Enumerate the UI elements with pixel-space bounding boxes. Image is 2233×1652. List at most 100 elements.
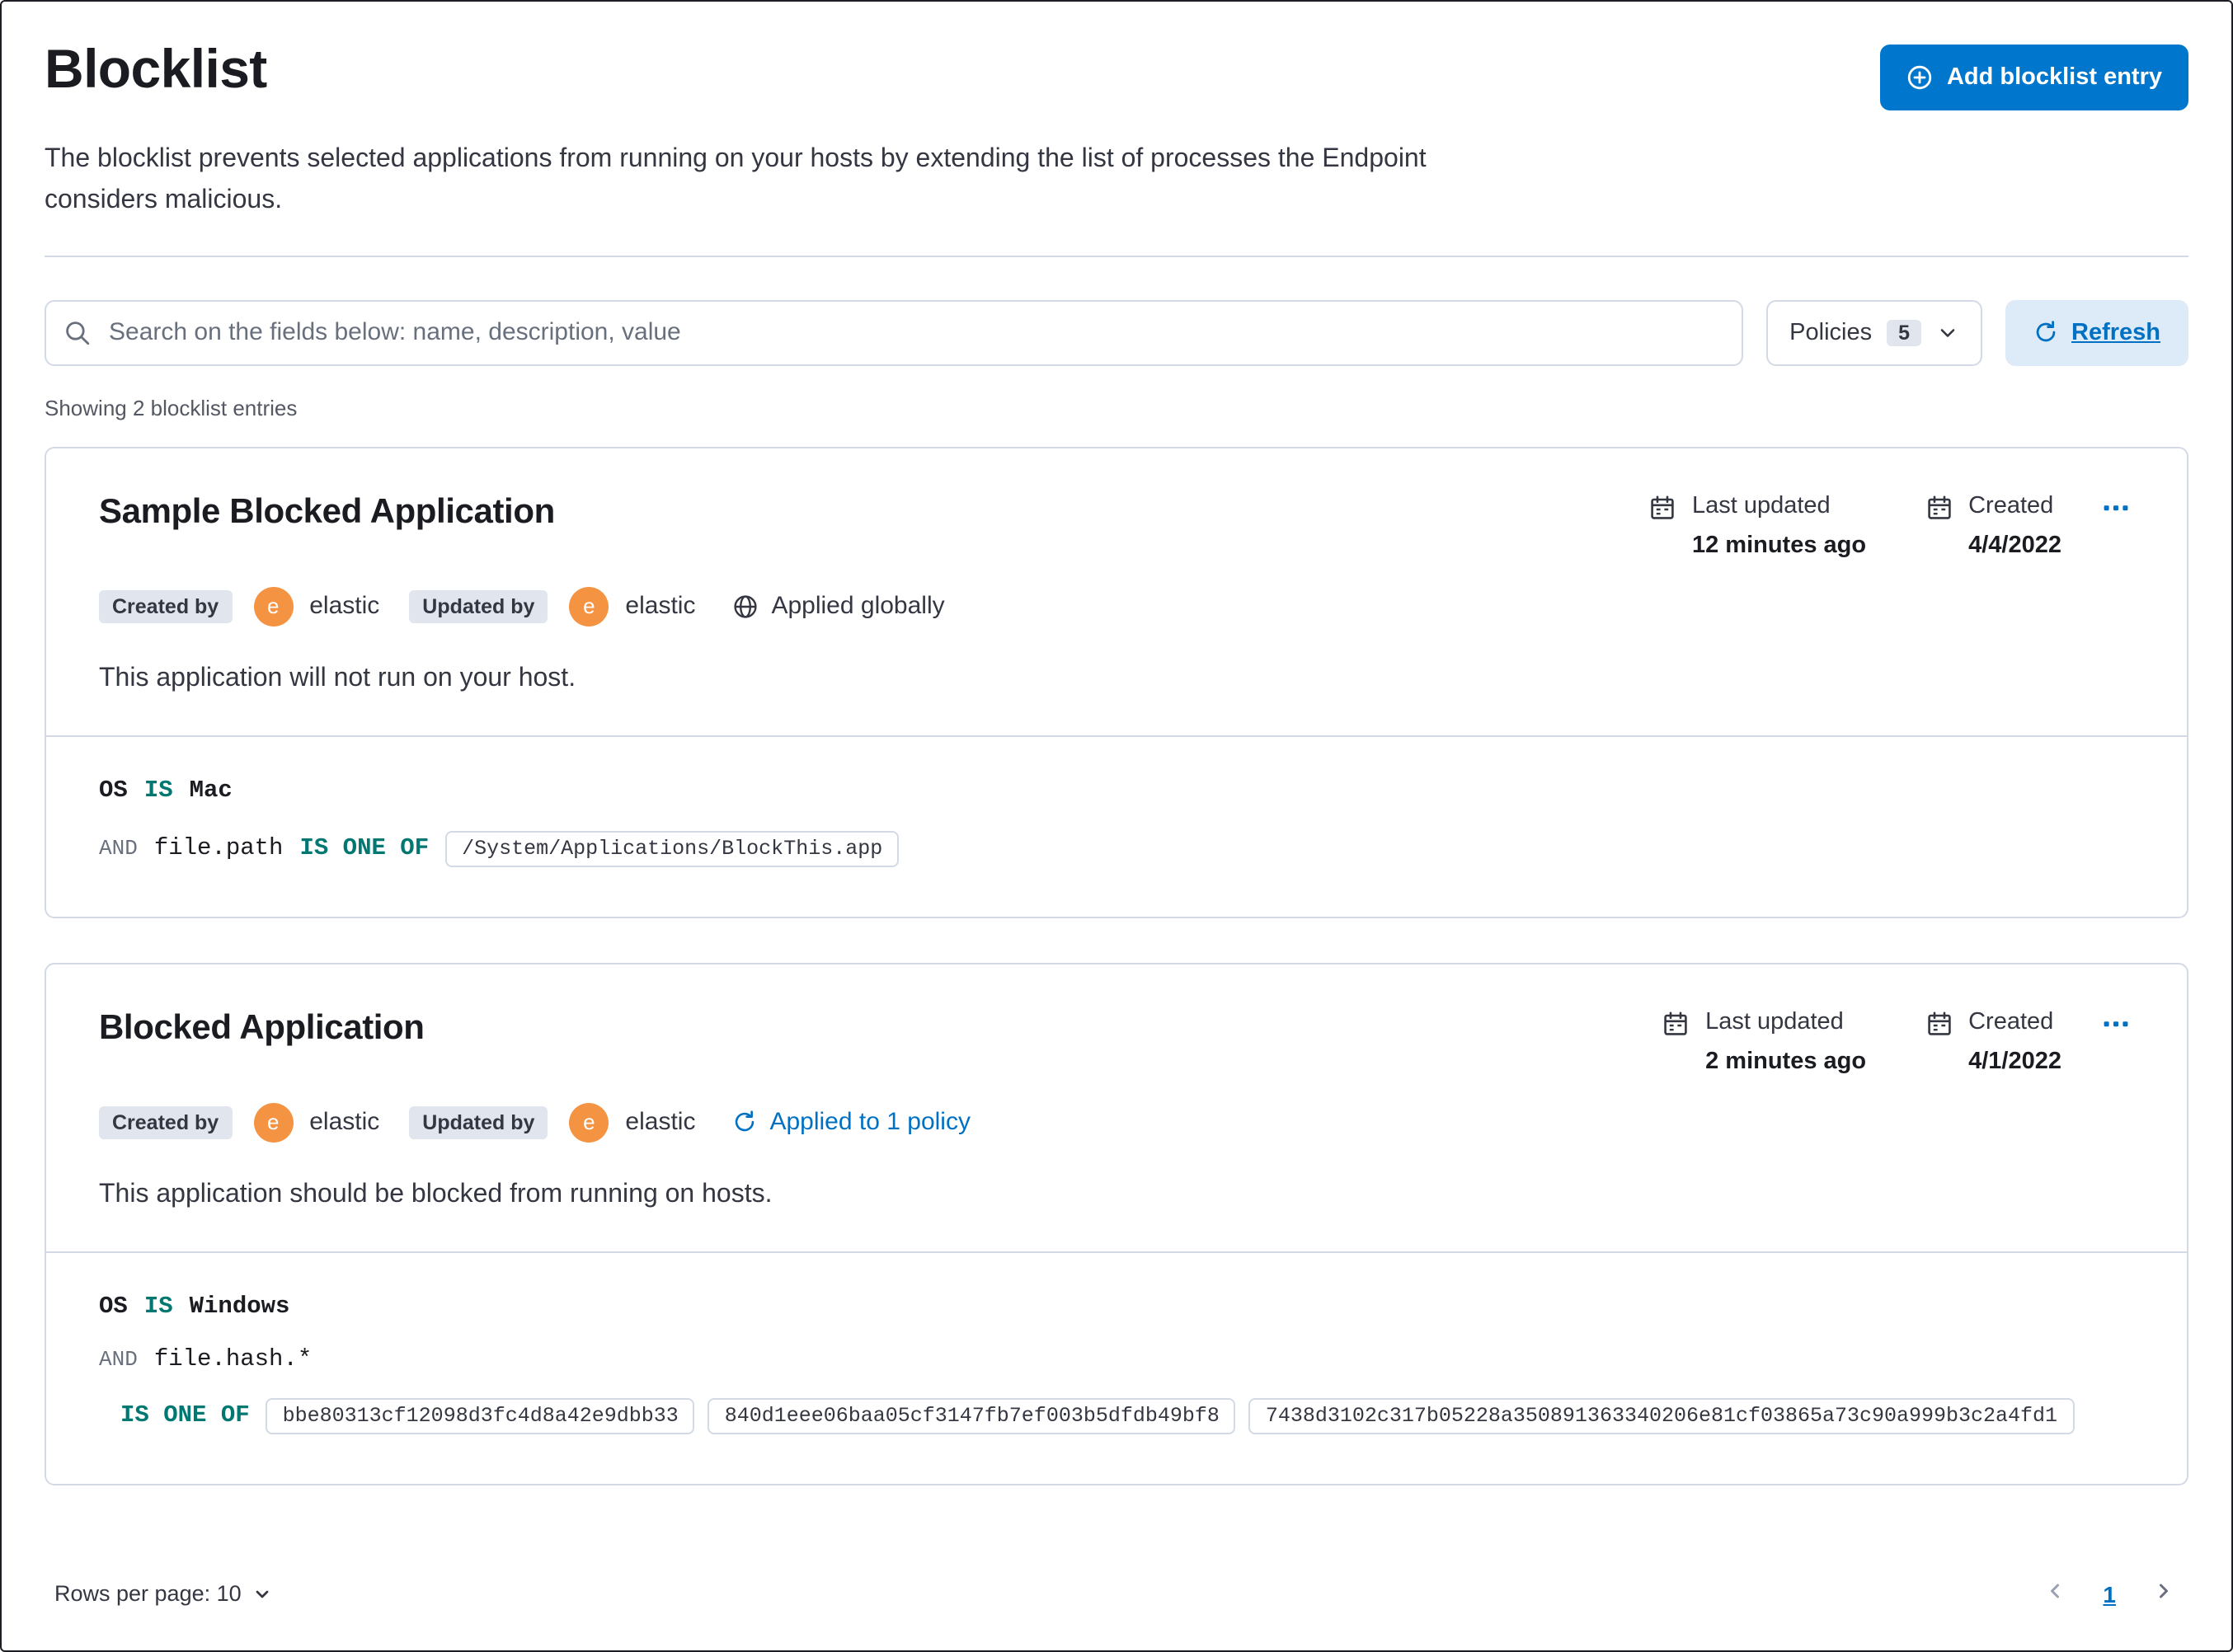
criteria-conjunction: AND [99,836,138,861]
created-label: Created [1968,492,2054,519]
rows-per-page-label: Rows per page: 10 [54,1581,242,1606]
pagination: 1 [2040,1576,2179,1611]
entry-description: This application should be blocked from … [99,1180,773,1208]
search-input[interactable] [45,299,1744,366]
created-value: 4/4/2022 [1968,532,2061,559]
page-content: Blocklist Add blocklist entry The blockl… [2,2,2231,1485]
criteria-condition-line: AND file.path IS ONE OF /System/Applicat… [99,830,2134,867]
policies-filter-button[interactable]: Policies 5 [1766,299,1982,366]
search-icon [66,321,90,345]
entry-attribution-row: Created by e elastic Updated by e elasti… [99,586,2134,627]
pagination-footer: Rows per page: 10 1 [2,1543,2231,1650]
last-updated-meta: Last updated 12 minutes ago [1649,492,1866,558]
criteria-value-chip: 840d1eee06baa05cf3147fb7ef003b5dfdb49bf8 [708,1397,1236,1434]
criteria-value-chip: bbe80313cf12098d3fc4d8a42e9dbb33 [266,1397,695,1434]
next-page-button[interactable] [2149,1576,2179,1611]
criteria-value-chip: 7438d3102c317b05228a350891363340206e81cf… [1248,1397,2075,1434]
criteria-operator: IS [143,1293,173,1321]
globe-icon [733,594,757,617]
entry-description: This application will not run on your ho… [99,664,576,692]
entry-attribution-row: Created by e elastic Updated by e elasti… [99,1102,2134,1143]
criteria-operator: IS ONE OF [120,1402,250,1429]
criteria-field: file.path [153,835,284,862]
showing-entries-count: Showing 2 blocklist entries [45,395,298,420]
blocklist-entry-card: Blocked Application Last updated 2 minut… [45,962,2188,1485]
criteria-field: file.hash.* [153,1346,313,1373]
created-by-user: elastic [309,592,380,621]
refresh-label: Refresh [2071,319,2160,346]
created-value: 4/1/2022 [1968,1048,2061,1075]
policies-count-badge: 5 [1887,319,1921,346]
blocklist-page: Blocklist Add blocklist entry The blockl… [0,0,2233,1652]
created-by-badge: Created by [99,1105,233,1139]
calendar-icon [1664,1011,1687,1035]
criteria-value: Windows [189,1293,290,1321]
last-updated-value: 2 minutes ago [1705,1048,1867,1075]
entry-meta: Last updated 12 minutes ago Created 4/4/… [1590,492,2134,558]
page-number-1[interactable]: 1 [2103,1580,2116,1607]
policy-sync-icon [735,1110,754,1132]
created-by-badge: Created by [99,589,233,623]
criteria-field: OS [99,777,128,805]
plus-circle-icon [1908,65,1933,90]
scope-label: Applied to 1 policy [769,1108,971,1137]
calendar-icon [1927,495,1950,519]
rows-per-page-button[interactable]: Rows per page: 10 [54,1581,273,1606]
last-updated-label: Last updated [1705,1008,1844,1035]
chevron-down-icon [1940,328,1955,336]
criteria-operator: IS ONE OF [299,835,430,862]
avatar: e [253,1102,294,1143]
criteria-condition-line: AND file.hash.* [99,1346,2134,1373]
criteria-values-line: IS ONE OF bbe80313cf12098d3fc4d8a42e9dbb… [120,1397,2134,1434]
toolbar: Policies 5 Refresh [45,299,2188,366]
calendar-icon [1651,495,1674,519]
add-button-label: Add blocklist entry [1946,64,2162,91]
chevron-left-icon [2051,1584,2060,1598]
entry-actions-menu-button[interactable] [2098,1005,2134,1046]
blocklist-entry-card: Sample Blocked Application Last updated … [45,446,2188,918]
scope-global: Applied globally [731,592,945,621]
refresh-button[interactable]: Refresh [2005,299,2188,366]
last-updated-value: 12 minutes ago [1691,532,1867,559]
calendar-icon [1927,1011,1950,1035]
scope-label: Applied globally [771,592,945,621]
add-blocklist-entry-button[interactable]: Add blocklist entry [1880,45,2188,110]
created-meta: Created 4/4/2022 [1925,492,2061,558]
entry-title: Sample Blocked Application [99,492,555,531]
policies-label: Policies [1789,319,1873,346]
entry-actions-menu-button[interactable] [2098,489,2134,530]
criteria-os-line: OS IS Windows [99,1293,2134,1320]
page-title: Blocklist [45,38,267,99]
avatar: e [569,1102,609,1143]
boxes-horizontal-icon [2104,505,2128,510]
entry-title: Blocked Application [99,1008,425,1047]
entry-criteria: OS IS Mac AND file.path IS ONE OF /Syste… [46,736,2187,916]
entry-criteria: OS IS Windows AND file.hash.* IS ONE OF … [46,1252,2187,1483]
header-divider [45,255,2188,257]
entry-meta: Last updated 2 minutes ago Created 4/1/2… [1603,1008,2134,1074]
last-updated-label: Last updated [1691,492,1831,519]
previous-page-button[interactable] [2040,1576,2070,1611]
avatar: e [569,586,609,627]
updated-by-badge: Updated by [409,589,548,623]
page-description: The blocklist prevents selected applicat… [45,145,1427,214]
chevron-down-icon [256,1589,270,1598]
updated-by-user: elastic [625,592,696,621]
updated-by-badge: Updated by [409,1105,548,1139]
criteria-os-line: OS IS Mac [99,777,2134,804]
page-header: Blocklist Add blocklist entry [45,38,2188,110]
search-field [45,299,1744,366]
boxes-horizontal-icon [2104,1021,2128,1026]
chevron-right-icon [2160,1584,2168,1598]
criteria-conjunction: AND [99,1347,138,1373]
criteria-operator: IS [143,777,173,805]
criteria-value-chip: /System/Applications/BlockThis.app [445,830,900,867]
last-updated-meta: Last updated 2 minutes ago [1662,1008,1866,1074]
scope-policy-link[interactable]: Applied to 1 policy [731,1108,971,1136]
created-label: Created [1968,1008,2054,1035]
refresh-icon [2036,321,2056,342]
avatar: e [253,586,294,627]
created-meta: Created 4/1/2022 [1925,1008,2061,1074]
criteria-field: OS [99,1293,128,1321]
criteria-value: Mac [189,777,233,805]
